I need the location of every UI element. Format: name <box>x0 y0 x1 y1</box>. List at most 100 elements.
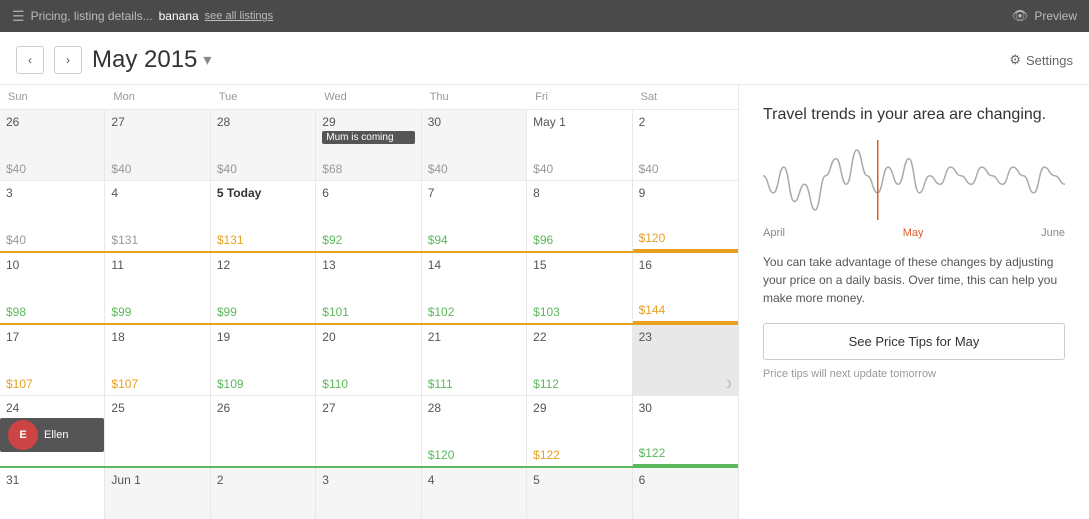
chart-label-may: May <box>903 227 924 239</box>
day-price: $96 <box>533 229 625 247</box>
cal-cell[interactable]: 3 <box>316 468 421 519</box>
update-note: Price tips will next update tomorrow <box>763 368 1065 380</box>
guest-bar: EEllen <box>0 418 104 452</box>
day-number: 23 <box>639 330 652 344</box>
day-price: $40 <box>6 229 98 247</box>
cal-cell[interactable]: 9$120 <box>633 181 738 251</box>
day-number: 2 <box>639 115 646 129</box>
day-price: $68 <box>322 158 414 176</box>
day-number: 12 <box>217 258 230 272</box>
cal-cell[interactable]: 15$103 <box>527 253 632 323</box>
day-number: 4 <box>428 473 435 487</box>
cal-cell[interactable]: 28$40 <box>211 110 316 180</box>
settings-button[interactable]: ⚙ Settings <box>1009 52 1073 68</box>
cal-week-4: 17$10718$10719$10920$11021$11122$11223☽ <box>0 325 738 396</box>
day-price: $40 <box>428 158 520 176</box>
cal-cell[interactable]: Jun 1 <box>105 468 210 519</box>
day-number: 17 <box>6 330 19 344</box>
cal-cell[interactable]: 26 <box>211 396 316 466</box>
cal-cell[interactable]: 4$131 <box>105 181 210 251</box>
cal-cell[interactable]: 10$98 <box>0 253 105 323</box>
day-number: 27 <box>111 115 124 129</box>
cal-week-1: 26 $40 27$4028$4029Mum is coming$68 30 $40 Ma… <box>0 110 738 181</box>
cal-cell[interactable]: 12$99 <box>211 253 316 323</box>
cal-header-mon: Mon <box>105 85 210 109</box>
cal-cell[interactable]: 31 <box>0 468 105 519</box>
menu-icon[interactable]: ☰ <box>12 8 25 25</box>
day-number: 16 <box>639 258 652 272</box>
cal-cell[interactable]: 27 <box>316 396 421 466</box>
settings-label: Settings <box>1026 53 1073 68</box>
cal-cell[interactable]: 25 <box>105 396 210 466</box>
month-dropdown-icon[interactable]: ▾ <box>203 50 211 70</box>
day-price: $40 <box>6 158 98 176</box>
cal-cell[interactable]: 2 <box>211 468 316 519</box>
prev-month-button[interactable]: ‹ <box>16 46 44 74</box>
day-number: 30 <box>428 115 441 129</box>
cal-cell[interactable]: 30 $40 <box>422 110 527 180</box>
day-number: 19 <box>217 330 230 344</box>
day-number: 15 <box>533 258 546 272</box>
cal-cell[interactable]: 18$107 <box>105 325 210 395</box>
cal-cell[interactable]: 26 $40 <box>0 110 105 180</box>
topbar: ☰ Pricing, listing details... banana see… <box>0 0 1089 32</box>
next-month-button[interactable]: › <box>54 46 82 74</box>
day-number: 8 <box>533 186 540 200</box>
topbar-left: ☰ Pricing, listing details... banana see… <box>12 8 273 25</box>
cal-cell[interactable]: 28$120 <box>422 396 527 466</box>
cal-cell[interactable]: 13$101 <box>316 253 421 323</box>
price-tips-button[interactable]: See Price Tips for May <box>763 323 1065 360</box>
month-title: May 2015 ▾ <box>92 46 211 74</box>
cal-cell[interactable]: 29$122 <box>527 396 632 466</box>
day-number: 7 <box>428 186 435 200</box>
day-number: 22 <box>533 330 546 344</box>
cal-cell[interactable]: 24EEllen <box>0 396 105 466</box>
see-all-listings-link[interactable]: see all listings <box>205 10 273 22</box>
day-price: $120 <box>428 444 520 462</box>
cal-cell[interactable]: 14$102 <box>422 253 527 323</box>
cal-cell[interactable]: 23☽ <box>633 325 738 395</box>
cal-cell[interactable]: 11$99 <box>105 253 210 323</box>
listing-name[interactable]: banana <box>159 9 199 23</box>
guest-name: Ellen <box>44 429 68 441</box>
cal-cell[interactable]: 22$112 <box>527 325 632 395</box>
day-price: $120 <box>639 227 732 245</box>
day-price: $131 <box>111 229 203 247</box>
cal-cell[interactable]: 27$40 <box>105 110 210 180</box>
cal-cell[interactable]: 16$144 <box>633 253 738 323</box>
cal-cell[interactable]: 4 <box>422 468 527 519</box>
cal-cell[interactable]: 2$40 <box>633 110 738 180</box>
cal-cell[interactable]: 17$107 <box>0 325 105 395</box>
sparkline-chart: April May June <box>763 140 1065 239</box>
cal-cell[interactable]: 29Mum is coming$68 <box>316 110 421 180</box>
chart-label-april: April <box>763 227 785 239</box>
day-price: $92 <box>322 229 414 247</box>
cal-header-tue: Tue <box>211 85 316 109</box>
cal-cell[interactable]: 7$94 <box>422 181 527 251</box>
day-number: 3 <box>6 186 13 200</box>
day-number: 26 <box>6 115 19 129</box>
cal-cell[interactable]: May 1$40 <box>527 110 632 180</box>
preview-label[interactable]: Preview <box>1034 9 1077 23</box>
cal-cell[interactable]: 8 $96 <box>527 181 632 251</box>
day-number: 26 <box>217 401 230 415</box>
cal-week-2: 3 $40 4$1315 Today$1316$927$94 8 $96 9$120 <box>0 181 738 253</box>
cal-cell[interactable]: 3 $40 <box>0 181 105 251</box>
cal-cell[interactable]: 5 Today$131 <box>211 181 316 251</box>
cal-cell[interactable]: 21$111 <box>422 325 527 395</box>
day-number: 18 <box>111 330 124 344</box>
cal-cell[interactable]: 20$110 <box>316 325 421 395</box>
day-number: 14 <box>428 258 441 272</box>
cal-cell[interactable]: 6$92 <box>316 181 421 251</box>
cal-cell[interactable]: 30$122 <box>633 396 738 466</box>
cal-cell[interactable]: 6 <box>633 468 738 519</box>
day-number: 28 <box>217 115 230 129</box>
day-number: 6 <box>639 473 646 487</box>
cal-header-wed: Wed <box>316 85 421 109</box>
cal-cell[interactable]: 5 <box>527 468 632 519</box>
calendar: SunMonTueWedThuFriSat 26$4027$4028$4029M… <box>0 85 739 519</box>
day-number: 21 <box>428 330 441 344</box>
settings-icon: ⚙ <box>1009 52 1021 68</box>
cal-cell[interactable]: 19$109 <box>211 325 316 395</box>
day-price: $98 <box>6 301 98 319</box>
